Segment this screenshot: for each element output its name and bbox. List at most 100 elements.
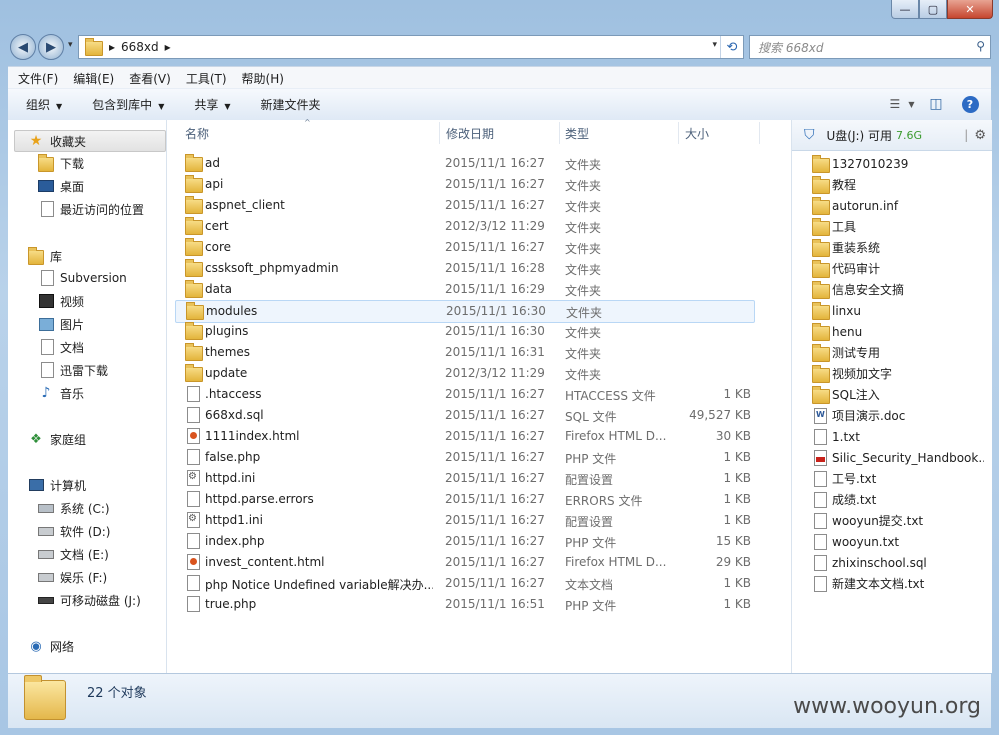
preview-item[interactable]: 工号.txt: [812, 468, 984, 489]
file-name: httpd.parse.errors: [205, 492, 314, 506]
preview-item[interactable]: autorun.inf: [812, 195, 984, 216]
file-row[interactable]: update 2012/3/12 11:29 文件夹: [175, 363, 755, 384]
preview-item[interactable]: zhixinschool.sql: [812, 552, 984, 573]
preview-item[interactable]: 重装系统: [812, 237, 984, 258]
preview-pane-icon[interactable]: ◫: [925, 94, 947, 114]
file-row[interactable]: false.php 2015/11/1 16:27 PHP 文件 1 KB: [175, 447, 755, 468]
column-header-name[interactable]: 名称: [185, 120, 209, 146]
nav-computer[interactable]: 计算机: [28, 475, 86, 495]
file-row[interactable]: core 2015/11/1 16:27 文件夹: [175, 237, 755, 258]
file-date: 2012/3/12 11:29: [445, 219, 545, 233]
preview-item[interactable]: 成绩.txt: [812, 489, 984, 510]
address-folder-segment[interactable]: 668xd: [121, 40, 159, 54]
nav-drive-d[interactable]: 软件 (D:): [38, 521, 110, 541]
preview-item[interactable]: 信息安全文摘: [812, 279, 984, 300]
file-row[interactable]: php Notice Undefined variable解决办... 2015/…: [175, 573, 755, 594]
nav-drive-e[interactable]: 文档 (E:): [38, 544, 109, 564]
nav-network[interactable]: ◉ 网络: [28, 636, 74, 656]
nav-subversion[interactable]: Subversion: [38, 268, 127, 288]
column-header-date[interactable]: 修改日期: [446, 120, 494, 146]
file-row[interactable]: httpd.parse.errors 2015/11/1 16:27 ERRORS …: [175, 489, 755, 510]
file-row[interactable]: true.php 2015/11/1 16:51 PHP 文件 1 KB: [175, 594, 755, 615]
preview-item[interactable]: 视频加文字: [812, 363, 984, 384]
organize-button[interactable]: 组织 ▼: [26, 96, 62, 113]
back-button[interactable]: ◀: [10, 34, 36, 60]
preview-item[interactable]: henu: [812, 321, 984, 342]
menu-view[interactable]: 查看(V): [119, 70, 176, 87]
search-input[interactable]: 搜索 668xd ⚲: [749, 35, 991, 59]
address-bar[interactable]: ▸ 668xd ▸ ▾ ⟲: [78, 35, 744, 59]
recent-pages-arrow-icon[interactable]: ▾: [68, 40, 73, 50]
preview-item[interactable]: 代码审计: [812, 258, 984, 279]
nav-homegroup[interactable]: ❖ 家庭组: [28, 429, 86, 449]
preview-item[interactable]: SQL注入: [812, 384, 984, 405]
file-row[interactable]: httpd.ini 2015/11/1 16:27 配置设置 1 KB: [175, 468, 755, 489]
preview-item[interactable]: 1.txt: [812, 426, 984, 447]
preview-item[interactable]: 教程: [812, 174, 984, 195]
file-row[interactable]: modules 2015/11/1 16:30 文件夹: [175, 300, 755, 323]
preview-item[interactable]: wooyun提交.txt: [812, 510, 984, 531]
address-dropdown-icon[interactable]: ▾: [712, 40, 717, 50]
preview-item[interactable]: 工具: [812, 216, 984, 237]
address-chevron-icon[interactable]: ▸: [165, 40, 171, 54]
column-header-size[interactable]: 大小: [685, 120, 709, 146]
forward-button[interactable]: ▶: [38, 34, 64, 60]
gear-icon[interactable]: ⚙: [974, 128, 986, 143]
file-row[interactable]: data 2015/11/1 16:29 文件夹: [175, 279, 755, 300]
file-row[interactable]: api 2015/11/1 16:27 文件夹: [175, 174, 755, 195]
preview-item[interactable]: wooyun.txt: [812, 531, 984, 552]
nav-desktop[interactable]: 桌面: [38, 176, 84, 196]
minimize-button[interactable]: —: [891, 0, 919, 19]
nav-recent-places[interactable]: 最近访问的位置: [38, 199, 144, 219]
column-separator[interactable]: [678, 122, 679, 144]
menu-help[interactable]: 帮助(H): [232, 70, 289, 87]
file-row[interactable]: .htaccess 2015/11/1 16:27 HTACCESS 文件 1 KB: [175, 384, 755, 405]
menu-file[interactable]: 文件(F): [8, 70, 63, 87]
file-row[interactable]: themes 2015/11/1 16:31 文件夹: [175, 342, 755, 363]
file-row[interactable]: cert 2012/3/12 11:29 文件夹: [175, 216, 755, 237]
share-button[interactable]: 共享 ▼: [194, 96, 230, 113]
preview-item[interactable]: 1327010239: [812, 153, 984, 174]
address-chevron-icon[interactable]: ▸: [109, 40, 115, 54]
include-in-library-button[interactable]: 包含到库中 ▼: [92, 96, 164, 113]
nav-pictures[interactable]: 图片: [38, 314, 84, 334]
search-icon[interactable]: ⚲: [976, 39, 985, 53]
column-header-type[interactable]: 类型: [565, 120, 589, 146]
refresh-icon[interactable]: ⟲: [720, 36, 743, 58]
help-icon[interactable]: ?: [959, 94, 981, 114]
new-folder-button[interactable]: 新建文件夹: [261, 96, 321, 113]
column-separator[interactable]: [439, 122, 440, 144]
menu-edit[interactable]: 编辑(E): [63, 70, 119, 87]
file-row[interactable]: plugins 2015/11/1 16:30 文件夹: [175, 321, 755, 342]
file-row[interactable]: index.php 2015/11/1 16:27 PHP 文件 15 KB: [175, 531, 755, 552]
view-options-icon[interactable]: ☰ ▼: [890, 94, 915, 114]
nav-favorites[interactable]: ★ 收藏夹: [28, 131, 86, 151]
nav-libraries[interactable]: 库: [28, 246, 62, 266]
close-button[interactable]: ✕: [947, 0, 993, 19]
nav-documents[interactable]: 文档: [38, 337, 84, 357]
preview-item-name: 重装系统: [832, 241, 881, 255]
preview-item[interactable]: linxu: [812, 300, 984, 321]
nav-thunder-downloads[interactable]: 迅雷下载: [38, 360, 108, 380]
file-row[interactable]: httpd1.ini 2015/11/1 16:27 配置设置 1 KB: [175, 510, 755, 531]
preview-item[interactable]: 测试专用: [812, 342, 984, 363]
nav-videos[interactable]: 视频: [38, 291, 84, 311]
nav-drive-f[interactable]: 娱乐 (F:): [38, 567, 107, 587]
column-separator[interactable]: [759, 122, 760, 144]
nav-drive-j[interactable]: 可移动磁盘 (J:): [38, 590, 141, 610]
preview-item[interactable]: 新建文本文档.txt: [812, 573, 984, 594]
preview-item[interactable]: 项目演示.doc: [812, 405, 984, 426]
menu-tools[interactable]: 工具(T): [176, 70, 232, 87]
file-row[interactable]: ad 2015/11/1 16:27 文件夹: [175, 153, 755, 174]
nav-drive-c[interactable]: 系统 (C:): [38, 498, 110, 518]
nav-downloads[interactable]: 下载: [38, 153, 84, 173]
file-row[interactable]: 668xd.sql 2015/11/1 16:27 SQL 文件 49,527 KB: [175, 405, 755, 426]
file-row[interactable]: invest_content.html 2015/11/1 16:27 Firefo…: [175, 552, 755, 573]
file-row[interactable]: aspnet_client 2015/11/1 16:27 文件夹: [175, 195, 755, 216]
preview-item[interactable]: Silic_Security_Handbook...: [812, 447, 984, 468]
maximize-button[interactable]: ▢: [919, 0, 947, 19]
column-separator[interactable]: [559, 122, 560, 144]
file-row[interactable]: cssksoft_phpmyadmin 2015/11/1 16:28 文件夹: [175, 258, 755, 279]
file-row[interactable]: 1111index.html 2015/11/1 16:27 Firefox HTM…: [175, 426, 755, 447]
nav-music[interactable]: ♪ 音乐: [38, 383, 84, 403]
